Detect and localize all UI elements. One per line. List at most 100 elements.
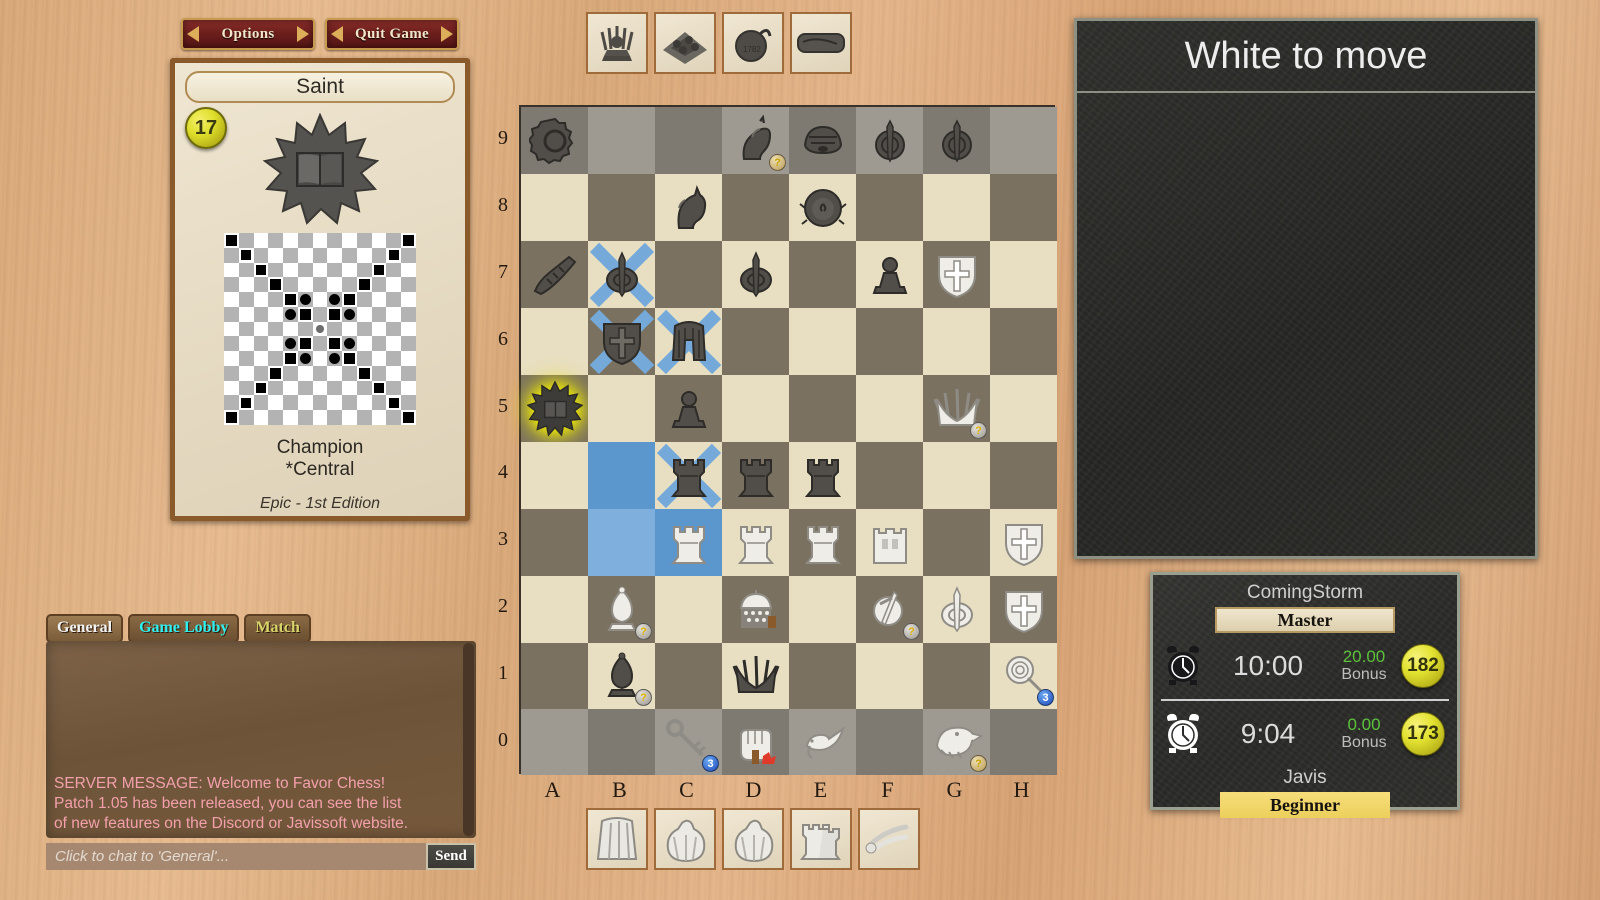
tray-slot-white-sack-2[interactable] [722,808,784,870]
tray-slot-white-rooks[interactable] [790,808,852,870]
board-square-b5[interactable] [588,375,655,442]
piece-book-starburst[interactable] [521,375,588,442]
board-square-b8[interactable] [588,174,655,241]
board-square-e7[interactable] [789,241,856,308]
board-square-a3[interactable] [521,509,588,576]
board-square-a7[interactable] [521,241,588,308]
piece-dove[interactable] [789,709,856,775]
board-square-c8[interactable] [655,174,722,241]
board-square-d4[interactable] [722,442,789,509]
board-square-a4[interactable] [521,442,588,509]
board-square-e2[interactable] [789,576,856,643]
card-panel[interactable]: Saint 17 Champion *Central Epic - 1st Ed… [170,58,470,521]
tray-slot-black-board-stack[interactable] [654,12,716,74]
chat-tab-match[interactable]: Match [244,614,311,643]
board-square-c2[interactable] [655,576,722,643]
piece-gear-icon[interactable] [521,107,588,174]
board-square-b9[interactable] [588,107,655,174]
board-square-d6[interactable] [722,308,789,375]
board-square-f9[interactable] [856,107,923,174]
piece-rook[interactable] [655,442,722,509]
board-square-g1[interactable] [923,643,990,709]
board-square-b2[interactable]: ? [588,576,655,643]
board-square-c6[interactable] [655,308,722,375]
chat-tab-general[interactable]: General [46,614,124,643]
board-square-h0[interactable] [990,709,1057,775]
board-square-f4[interactable] [856,442,923,509]
board-square-a5[interactable] [521,375,588,442]
board-square-c1[interactable] [655,643,722,709]
board-square-b0[interactable] [588,709,655,775]
board-square-b1[interactable]: ? [588,643,655,709]
board-square-d3[interactable] [722,509,789,576]
board-square-a9[interactable] [521,107,588,174]
board-square-h4[interactable] [990,442,1057,509]
piece-pharaoh[interactable] [655,308,722,375]
piece-rook[interactable] [655,509,722,576]
board-square-f7[interactable] [856,241,923,308]
options-button[interactable]: Options [181,18,315,50]
piece-pawn[interactable] [655,375,722,442]
tray-slot-black-bomb[interactable]: 1782 [722,12,784,74]
board-square-c7[interactable] [655,241,722,308]
board-square-a1[interactable] [521,643,588,709]
chat-log[interactable]: SERVER MESSAGE: Welcome to Favor Chess! … [46,641,476,838]
board-square-e1[interactable] [789,643,856,709]
board-square-f0[interactable] [856,709,923,775]
board-square-d5[interactable] [722,375,789,442]
piece-pawn[interactable] [856,241,923,308]
board-square-d8[interactable] [722,174,789,241]
board-square-d7[interactable] [722,241,789,308]
board-square-g9[interactable] [923,107,990,174]
board-square-f5[interactable] [856,375,923,442]
piece-crown[interactable] [722,643,789,709]
board-square-h6[interactable] [990,308,1057,375]
board-square-c0[interactable]: 3 [655,709,722,775]
board-square-a0[interactable] [521,709,588,775]
board-square-a8[interactable] [521,174,588,241]
chat-scrollbar[interactable] [463,643,474,836]
board-square-e3[interactable] [789,509,856,576]
piece-sword-shield[interactable] [856,107,923,174]
board-square-f8[interactable] [856,174,923,241]
board-square-e8[interactable] [789,174,856,241]
board-square-e9[interactable] [789,107,856,174]
board-square-c5[interactable] [655,375,722,442]
board-square-h7[interactable] [990,241,1057,308]
chat-input[interactable] [46,843,426,870]
board-square-b7[interactable] [588,241,655,308]
piece-helm[interactable] [789,107,856,174]
piece-gauntlet[interactable] [521,241,588,308]
piece-rook[interactable] [789,509,856,576]
piece-fist[interactable] [722,709,789,775]
quit-game-button[interactable]: Quit Game [325,18,459,50]
piece-rook[interactable] [722,442,789,509]
board-square-e0[interactable] [789,709,856,775]
board-square-e5[interactable] [789,375,856,442]
move-list[interactable] [1077,93,1535,554]
board-square-f1[interactable] [856,643,923,709]
tray-slot-white-bones[interactable] [858,808,920,870]
board-square-e4[interactable] [789,442,856,509]
chat-tab-game-lobby[interactable]: Game Lobby [128,614,240,643]
piece-rook[interactable] [722,509,789,576]
board-square-g5[interactable]: ? [923,375,990,442]
board-square-d2[interactable] [722,576,789,643]
board-square-a2[interactable] [521,576,588,643]
piece-cross-shield[interactable] [923,241,990,308]
board-square-f3[interactable] [856,509,923,576]
board-square-c9[interactable] [655,107,722,174]
board-square-g6[interactable] [923,308,990,375]
board-square-h5[interactable] [990,375,1057,442]
board-square-g7[interactable] [923,241,990,308]
tray-slot-white-sack-1[interactable] [654,808,716,870]
board-square-b3[interactable] [588,509,655,576]
piece-lion[interactable] [789,174,856,241]
board-square-c4[interactable] [655,442,722,509]
send-button[interactable]: Send [426,843,476,870]
piece-spear-shield[interactable] [923,576,990,643]
tray-slot-white-cloak[interactable] [586,808,648,870]
tray-slot-black-crown[interactable] [586,12,648,74]
board-square-b4[interactable] [588,442,655,509]
board-square-a6[interactable] [521,308,588,375]
